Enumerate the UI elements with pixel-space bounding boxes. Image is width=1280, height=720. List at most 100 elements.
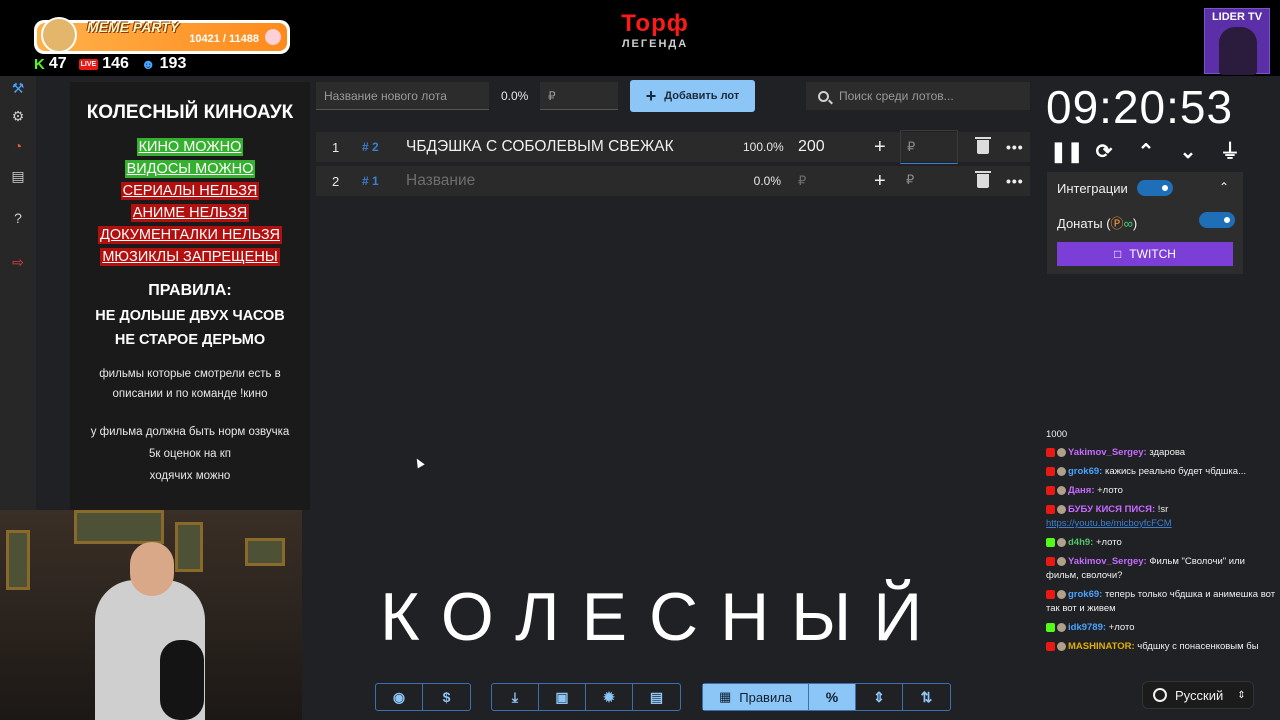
user-avatar-icon [1057, 447, 1066, 457]
rules-toggle-button[interactable]: ▦ Правила [703, 684, 809, 710]
rules-note: фильмы которые смотрели есть в описании … [99, 368, 281, 400]
user-avatar-icon [1057, 589, 1066, 599]
plus-icon: + [645, 85, 657, 106]
percent-toggle-icon[interactable]: % [809, 684, 856, 710]
sort-icon[interactable]: ⇅ [903, 684, 950, 710]
stream-chat: 1000 Yakimov_Sergey: здарова grok69: каж… [1046, 428, 1278, 659]
user-avatar-icon [1057, 485, 1066, 495]
delete-all-icon[interactable]: ▤ [633, 684, 680, 710]
chat-text: +лото [1106, 622, 1135, 633]
lot-add-amount-input[interactable]: ₽ [900, 164, 958, 198]
rules-book-icon: ▦ [718, 689, 732, 704]
user-avatar-icon [1057, 466, 1066, 476]
donation-link-icon: ∞ [1123, 216, 1133, 231]
new-lot-name-input[interactable]: Название нового лота [316, 82, 489, 110]
add-amount-icon[interactable]: + [874, 170, 886, 193]
live-badge-icon [1046, 641, 1055, 651]
microphone [160, 640, 204, 720]
chat-nick: d4h9: [1068, 537, 1094, 548]
rules-heading: ПРАВИЛА: [148, 282, 232, 299]
stream-top-overlay: MEME PARTY 10421 / 11488 K 47 LIVE 146 ☻ 19… [0, 0, 1280, 76]
rule-item: ВИДОСЫ МОЖНО [124, 160, 256, 178]
lot-name[interactable]: ЧБДЭШКА С СОБОЛЕВЫМ СВЕЖАК [406, 138, 674, 156]
live-badge-icon [1046, 466, 1055, 476]
user-avatar-icon [1057, 504, 1066, 514]
download-icon[interactable]: ⤓ [492, 684, 539, 710]
meme-party-title: MEME PARTY [87, 19, 180, 35]
painting [175, 522, 203, 572]
collapse-chevron-icon[interactable]: ⌃ [1219, 180, 1229, 194]
chat-message: Даня: +лото [1046, 484, 1278, 498]
search-icon [818, 90, 829, 102]
help-icon[interactable]: ? [10, 210, 26, 226]
torf-logo: Торф ЛЕГЕНДА [600, 10, 710, 50]
lot-percent: 100.0% [743, 140, 784, 154]
lot-search-input[interactable]: Поиск среди лотов... [806, 82, 1030, 110]
donations-toggle[interactable] [1199, 212, 1235, 228]
left-nav-rail: ⚒ ⚙ ◔ ▤ ? ⇨ [0, 76, 36, 510]
gavel-icon[interactable]: ⚒ [10, 80, 26, 96]
delete-icon[interactable] [975, 171, 991, 188]
rules-panel: КОЛЕСНЫЙ КИНОАУК КИНО МОЖНО ВИДОСЫ МОЖНО… [70, 82, 310, 510]
delete-icon[interactable] [975, 137, 991, 154]
compact-view-icon[interactable]: ⇕ [856, 684, 903, 710]
rule-item: АНИМЕ НЕЛЬЗЯ [130, 204, 250, 222]
lot-row: 2 # 1 Название 0.0% ₽ + ₽ ••• [316, 166, 1030, 196]
chat-message: Yakimov_Sergey: Фильм "Сволочи" или филь… [1046, 555, 1278, 583]
chat-nick: MASHINATOR: [1068, 641, 1135, 652]
live-badge-icon [1046, 485, 1055, 495]
chat-link[interactable]: https://youtu.be/micboyfcFCM [1046, 518, 1172, 529]
chat-text: !sr [1155, 504, 1169, 515]
rule-item: ДОКУМЕНТАЛКИ НЕЛЬЗЯ [98, 226, 282, 244]
search-placeholder: Поиск среди лотов... [839, 89, 954, 103]
stream-screen: MEME PARTY 10421 / 11488 K 47 LIVE 146 ☻ 19… [0, 0, 1280, 720]
time-up-icon[interactable]: ⌃ [1134, 140, 1158, 164]
wheel-caption: КОЛЕСНЫЙ [380, 579, 945, 655]
viewers-icon: ☻ [140, 56, 156, 72]
chat-nick: Даня: [1068, 485, 1095, 496]
rules-bold-line: НЕ ДОЛЬШЕ ДВУХ ЧАСОВ [95, 308, 285, 324]
pause-icon[interactable]: ❚❚ [1050, 140, 1084, 164]
twitch-label: TWITCH [1129, 247, 1176, 261]
logout-icon[interactable]: ⇨ [10, 254, 26, 270]
meme-party-count: 10421 / 11488 [189, 33, 259, 45]
integrations-toggle[interactable] [1137, 180, 1173, 196]
wheel-chart-icon[interactable]: ◔ [10, 138, 26, 154]
logo-title: Торф [621, 10, 689, 37]
mouse-cursor [413, 456, 425, 469]
lot-name[interactable]: Название [406, 172, 475, 190]
rules-note: ходячих можно [149, 470, 231, 482]
github-icon[interactable]: ◉ [376, 684, 423, 710]
rule-item: СЕРИАЛЫ НЕЛЬЗЯ [120, 182, 260, 200]
globe-icon [1153, 688, 1167, 702]
logo-subtitle: ЛЕГЕНДА [621, 38, 689, 50]
more-icon[interactable]: ••• [1006, 139, 1024, 155]
bug-icon[interactable]: ✹ [586, 684, 633, 710]
lot-id: # 2 [362, 140, 379, 154]
lot-amount[interactable]: ₽ [798, 173, 806, 189]
chat-nick: grok69: [1068, 589, 1103, 600]
time-double-up-icon[interactable]: ⏚ [1218, 140, 1242, 164]
chat-message: Yakimov_Sergey: здарова [1046, 446, 1278, 460]
donate-dollar-icon[interactable]: $ [423, 684, 470, 710]
save-icon[interactable]: ▣ [539, 684, 586, 710]
add-lot-button[interactable]: + Добавить лот [630, 80, 755, 112]
language-value: Русский [1175, 687, 1224, 703]
add-amount-icon[interactable]: + [874, 136, 886, 159]
new-lot-amount-input[interactable]: ₽ [540, 82, 618, 110]
chat-message: grok69: теперь только чбдшка и анимешка … [1046, 588, 1278, 616]
live-badge-icon [1046, 589, 1055, 599]
donations-row: Донаты (Ⓟ∞) [1057, 213, 1137, 232]
clipboard-icon[interactable]: ▤ [10, 168, 26, 184]
live-count: 146 [102, 55, 129, 72]
time-down-icon[interactable]: ⌄ [1176, 140, 1200, 164]
settings-gear-icon[interactable]: ⚙ [10, 108, 26, 124]
rules-title: КОЛЕСНЫЙ КИНОАУК [86, 102, 294, 123]
language-select[interactable]: Русский ⇕ [1142, 681, 1254, 709]
more-icon[interactable]: ••• [1006, 173, 1024, 189]
twitch-button[interactable]: □ TWITCH [1057, 242, 1233, 266]
reset-icon[interactable]: ⟳ [1092, 140, 1116, 164]
lot-amount[interactable]: 200 [798, 138, 825, 156]
meme-party-widget: MEME PARTY 10421 / 11488 [34, 17, 290, 54]
lot-add-amount-input[interactable]: ₽ [900, 130, 958, 164]
